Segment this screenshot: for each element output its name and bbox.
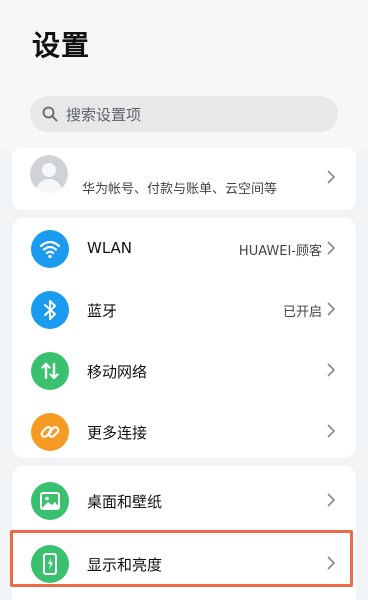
settings-item-mobile-network[interactable]: 移动网络 [12,340,356,400]
search-icon [42,106,58,122]
chevron-right-icon [327,493,336,507]
image-icon [31,482,69,520]
chevron-right-icon [327,424,336,438]
header: 设置 搜索设置项 [0,0,368,150]
connectivity-group: WLAN HUAWEI-顾客 蓝牙 已开启 移动网络 更多连接 [12,218,356,458]
settings-item-value: HUAWEI-顾客 [238,244,322,259]
account-subtitle: 华为帐号、付款与账单、云空间等 [82,182,278,197]
settings-item-value: 已开启 [282,305,322,320]
chevron-right-icon [327,302,336,316]
search-input[interactable]: 搜索设置项 [30,96,338,132]
bluetooth-icon [31,291,69,329]
account-card[interactable]: 华为帐号、付款与账单、云空间等 [12,148,356,210]
chevron-right-icon [327,170,336,184]
settings-item-more-connections[interactable]: 更多连接 [12,401,356,461]
avatar [30,155,68,193]
settings-item-label: 更多连接 [87,424,148,442]
page-title: 设置 [32,29,91,62]
settings-item-wlan[interactable]: WLAN HUAWEI-顾客 [12,218,356,278]
chevron-right-icon [327,241,336,255]
highlight-box [10,530,353,587]
settings-item-label: WLAN [87,239,133,257]
settings-item-label: 蓝牙 [87,302,118,320]
settings-item-home-wallpaper[interactable]: 桌面和壁纸 [12,470,356,530]
settings-item-label: 桌面和壁纸 [87,493,163,511]
wifi-icon [31,230,69,268]
link-icon [31,413,69,451]
settings-item-bluetooth[interactable]: 蓝牙 已开启 [12,279,356,339]
search-placeholder: 搜索设置项 [66,105,142,124]
chevron-right-icon [327,363,336,377]
settings-item-label: 移动网络 [87,363,148,381]
mobile-data-icon [31,352,69,390]
